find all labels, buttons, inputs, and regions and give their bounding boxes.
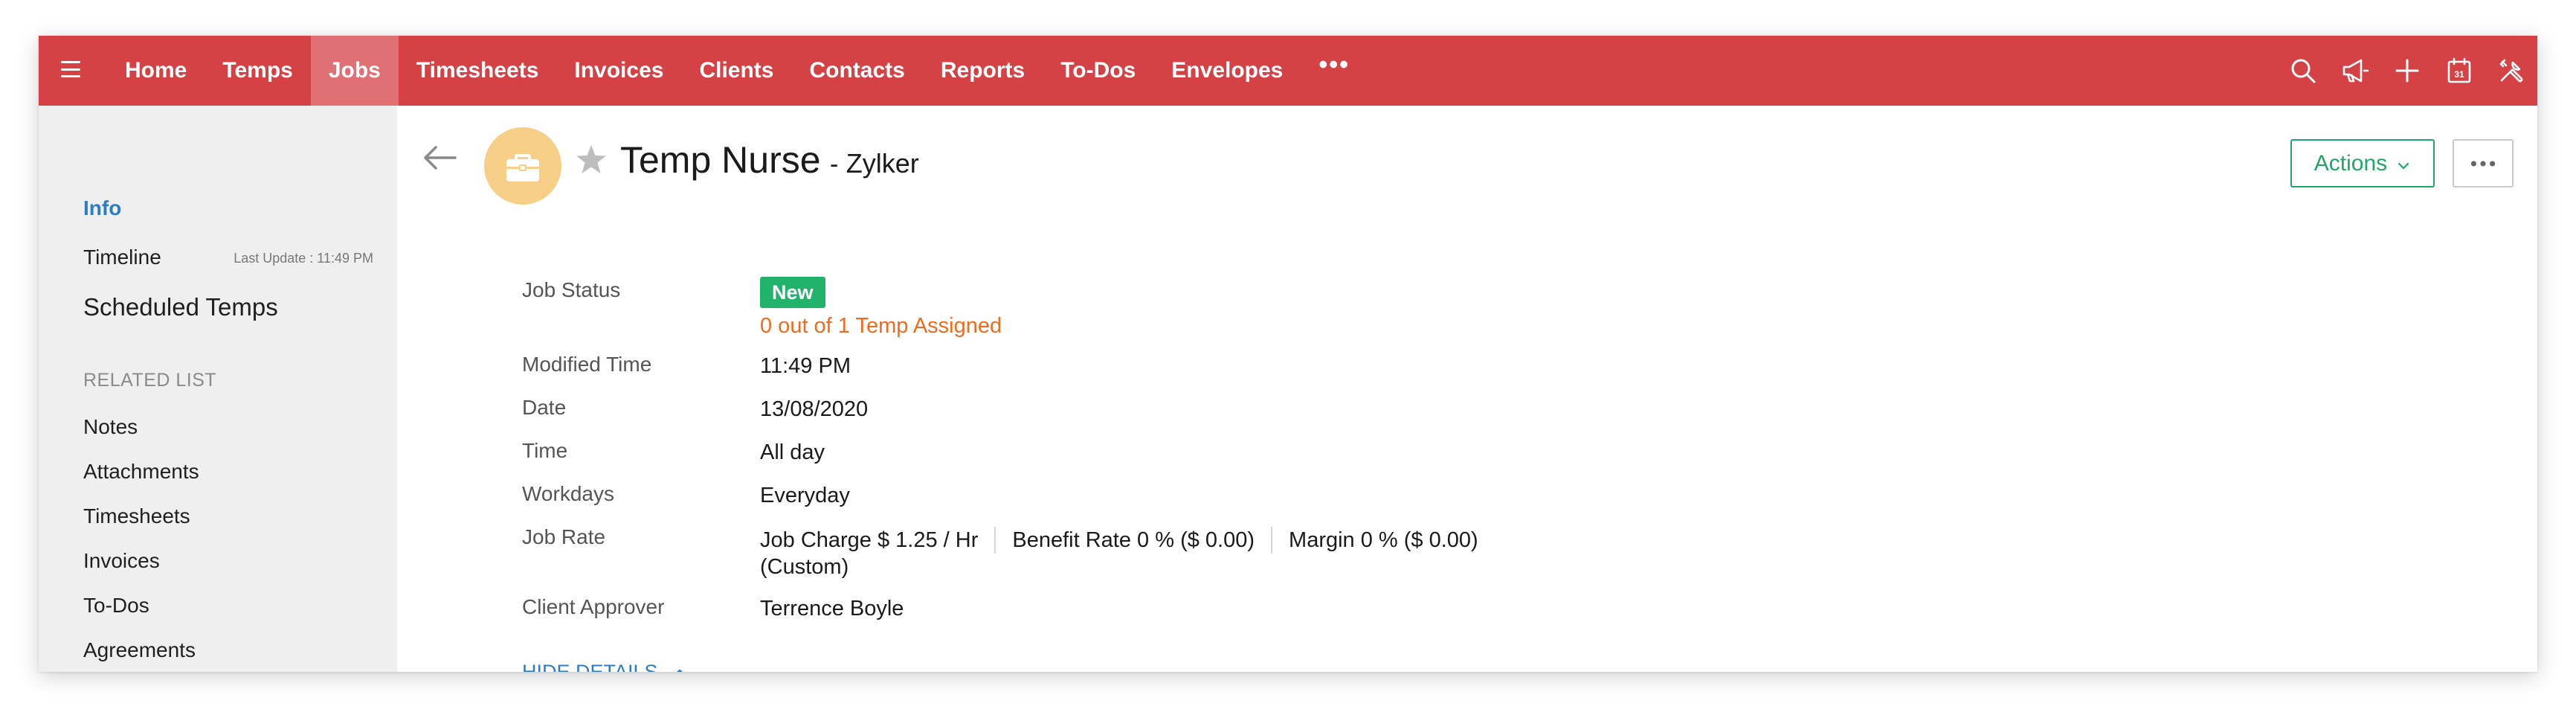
job-charge-value: Job Charge $ 1.25 / Hr	[760, 528, 979, 552]
nav-tab-todos[interactable]: To-Dos	[1043, 36, 1153, 106]
date-label: Date	[522, 396, 567, 419]
title-separator: -	[829, 150, 839, 179]
calendar-icon[interactable]: 31	[2433, 36, 2485, 106]
workdays-label: Workdays	[522, 482, 614, 505]
megaphone-icon[interactable]	[2329, 36, 2381, 106]
nav-tab-jobs[interactable]: Jobs	[310, 36, 399, 106]
hide-details-toggle[interactable]: HIDE DETAILS	[522, 661, 688, 672]
job-rate-label: Job Rate	[522, 525, 606, 548]
sidebar-item-info[interactable]: Info	[83, 196, 121, 220]
temp-assigned-link[interactable]: 0 out of 1 Temp Assigned	[760, 314, 1002, 339]
time-label: Time	[522, 439, 568, 462]
related-list-heading: RELATED LIST	[83, 370, 217, 391]
nav-icon-group: 31	[2277, 36, 2537, 106]
more-options-button[interactable]	[2453, 139, 2514, 187]
search-icon[interactable]	[2277, 36, 2329, 106]
nav-tab-temps[interactable]: Temps	[205, 36, 310, 106]
record-title: Temp Nurse	[620, 139, 821, 181]
margin-value: Margin 0 % ($ 0.00)	[1289, 528, 1478, 552]
record-detail-panel: Temp Nurse - Zylker Actions Job Status N…	[397, 106, 2537, 672]
tools-icon[interactable]	[2485, 36, 2537, 106]
rate-divider	[1271, 527, 1273, 554]
plus-icon[interactable]	[2381, 36, 2433, 106]
nav-tab-clients[interactable]: Clients	[681, 36, 791, 106]
sidebar-item-scheduled-temps[interactable]: Scheduled Temps	[83, 293, 278, 321]
hamburger-menu-icon[interactable]	[61, 61, 80, 77]
date-value: 13/08/2020	[760, 397, 869, 421]
chevron-up-icon	[676, 669, 683, 672]
record-title-group: Temp Nurse - Zylker	[620, 138, 919, 182]
nav-tab-reports[interactable]: Reports	[923, 36, 1043, 106]
star-icon[interactable]	[574, 143, 608, 177]
last-update-text: Last Update : 11:49 PM	[234, 251, 373, 266]
modified-time-label: Modified Time	[522, 353, 652, 376]
benefit-rate-value: Benefit Rate 0 % ($ 0.00)	[1012, 528, 1255, 552]
rate-divider	[994, 527, 996, 554]
hide-details-label: HIDE DETAILS	[522, 661, 658, 672]
sidebar-item-agreements[interactable]: Agreements	[83, 638, 196, 662]
client-approver-value: Terrence Boyle	[760, 597, 904, 621]
modified-time-value: 11:49 PM	[760, 354, 851, 378]
sidebar-item-invoices[interactable]: Invoices	[83, 549, 160, 573]
sidebar: Info Timeline Last Update : 11:49 PM Sch…	[39, 106, 397, 672]
record-avatar	[484, 127, 561, 205]
nav-tab-invoices[interactable]: Invoices	[556, 36, 681, 106]
nav-tabs: Home Temps Jobs Timesheets Invoices Clie…	[107, 36, 1368, 106]
sidebar-item-timeline[interactable]: Timeline	[83, 246, 161, 269]
sidebar-item-todos[interactable]: To-Dos	[83, 594, 149, 618]
nav-tab-contacts[interactable]: Contacts	[791, 36, 922, 106]
nav-tab-timesheets[interactable]: Timesheets	[399, 36, 557, 106]
job-status-badge: New	[760, 277, 825, 308]
app-window: Home Temps Jobs Timesheets Invoices Clie…	[39, 36, 2537, 672]
top-nav-bar: Home Temps Jobs Timesheets Invoices Clie…	[39, 36, 2537, 106]
calendar-day-number: 31	[2454, 69, 2464, 80]
sidebar-item-notes[interactable]: Notes	[83, 415, 138, 439]
nav-tab-envelopes[interactable]: Envelopes	[1153, 36, 1301, 106]
nav-tab-home[interactable]: Home	[107, 36, 205, 106]
briefcase-icon	[506, 154, 539, 182]
chevron-down-icon	[2398, 162, 2409, 169]
job-status-label: Job Status	[522, 278, 621, 301]
nav-more-button[interactable]: •••	[1301, 36, 1368, 100]
actions-dropdown-button[interactable]: Actions	[2290, 139, 2435, 187]
job-rate-values: Job Charge $ 1.25 / Hr Benefit Rate 0 % …	[760, 527, 1478, 554]
actions-label: Actions	[2313, 150, 2388, 176]
record-client-name: Zylker	[846, 148, 919, 179]
client-approver-label: Client Approver	[522, 595, 665, 618]
workdays-value: Everyday	[760, 484, 850, 507]
job-rate-custom-note: (Custom)	[760, 555, 849, 579]
sidebar-item-timesheets[interactable]: Timesheets	[83, 504, 190, 528]
time-value: All day	[760, 440, 825, 464]
more-dots-icon	[2470, 160, 2496, 167]
sidebar-item-attachments[interactable]: Attachments	[83, 460, 199, 484]
back-arrow-icon[interactable]	[419, 137, 461, 179]
